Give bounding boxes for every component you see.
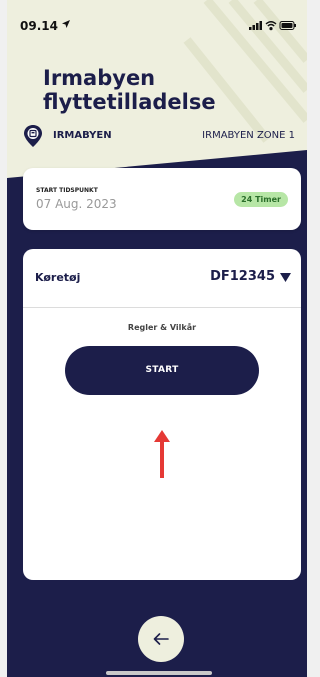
start-button[interactable]: START xyxy=(65,346,259,395)
start-date: 07 Aug. 2023 xyxy=(36,197,117,211)
wifi-icon xyxy=(265,21,277,31)
duration-badge: 24 Timer xyxy=(234,192,288,207)
start-time-label: START TIDSPUNKT xyxy=(36,187,98,194)
location-row: IRMABYEN IRMABYEN ZONE 1 xyxy=(23,124,295,148)
arrow-left-icon xyxy=(153,633,169,645)
app-screen: 09.14 Irmabyen flyttetilladelse IRMABYEN… xyxy=(7,0,307,677)
vehicle-plate-select[interactable]: DF12345 xyxy=(210,269,275,284)
parking-pin-icon xyxy=(24,125,42,147)
page-title-line-2: flyttetilladelse xyxy=(43,90,216,114)
terms-link[interactable]: Regler & Vilkår xyxy=(23,323,301,332)
back-button[interactable] xyxy=(138,616,184,662)
battery-icon xyxy=(279,21,296,30)
vehicle-label: Køretøj xyxy=(35,271,81,284)
zone-name: IRMABYEN ZONE 1 xyxy=(202,130,295,141)
signal-icon xyxy=(249,21,262,30)
start-time-card: START TIDSPUNKT 07 Aug. 2023 24 Timer xyxy=(23,168,301,230)
chevron-down-icon[interactable] xyxy=(280,273,291,282)
status-bar: 09.14 xyxy=(7,0,307,36)
location-name: IRMABYEN xyxy=(53,130,112,141)
status-time: 09.14 xyxy=(20,19,58,33)
location-arrow-icon xyxy=(62,20,70,28)
page-title-line-1: Irmabyen xyxy=(43,66,156,90)
page-title: Irmabyen flyttetilladelse xyxy=(43,66,216,114)
vehicle-card: Køretøj DF12345 Regler & Vilkår START xyxy=(23,249,301,580)
home-indicator xyxy=(106,671,212,675)
system-status-icons xyxy=(249,21,296,31)
divider xyxy=(23,307,301,308)
red-arrow-annotation-icon xyxy=(154,430,170,478)
